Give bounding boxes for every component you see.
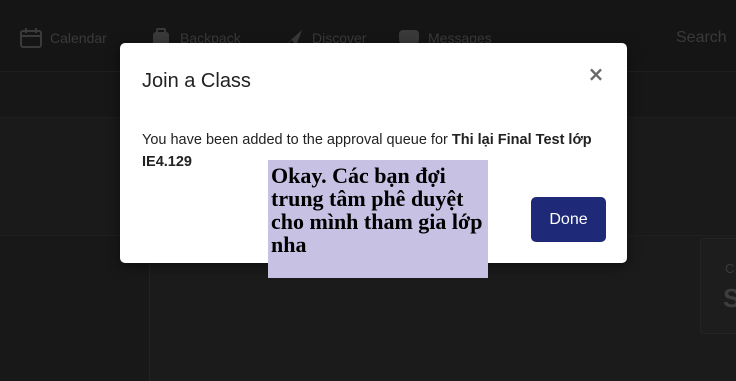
search-input[interactable]: Search bbox=[676, 24, 736, 52]
caption-overlay: Okay. Các bạn đợi trung tâm phê duyệt ch… bbox=[268, 160, 488, 278]
nav-item-calendar[interactable]: Calendar bbox=[20, 27, 107, 49]
side-card: C S bbox=[700, 238, 736, 334]
side-card-value: S bbox=[723, 283, 736, 313]
message-text: You have been added to the approval queu… bbox=[142, 132, 452, 148]
calendar-icon bbox=[20, 28, 42, 48]
done-button[interactable]: Done bbox=[531, 197, 606, 242]
caption-text: Okay. Các bạn đợi trung tâm phê duyệt ch… bbox=[271, 163, 483, 257]
side-card-label: C bbox=[725, 261, 735, 276]
dialog-title: Join a Class bbox=[142, 70, 251, 92]
nav-item-label: Calendar bbox=[50, 30, 107, 46]
close-button[interactable]: × bbox=[585, 63, 607, 85]
